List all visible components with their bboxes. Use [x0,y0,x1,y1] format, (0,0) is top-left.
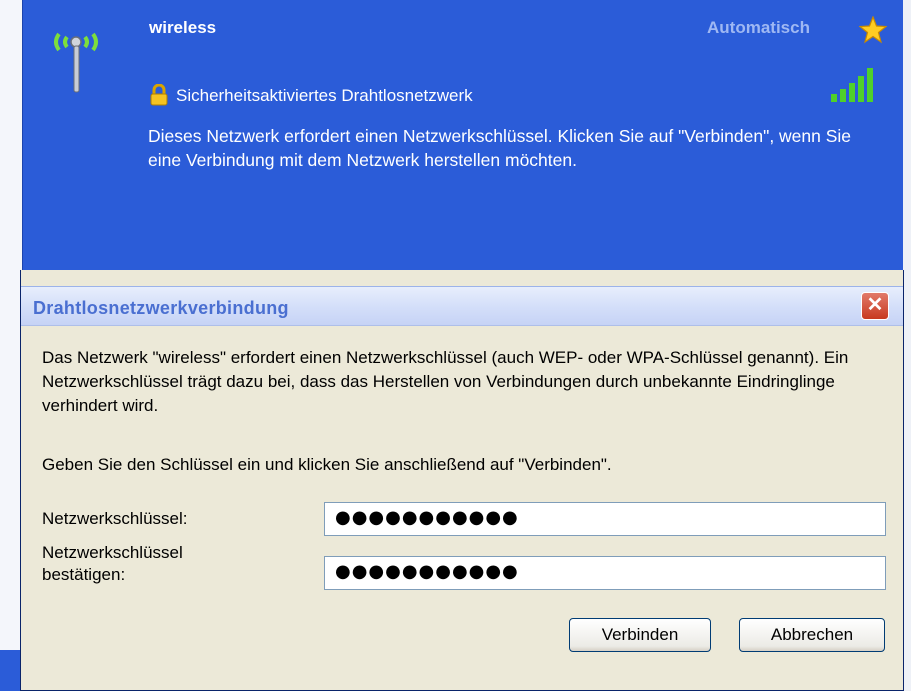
signal-strength-icon [831,68,873,102]
network-description: Dieses Netzwerk erfordert einen Netzwerk… [148,126,852,170]
dialog-title: Drahtlosnetzwerkverbindung [33,298,289,318]
dialog-explanation: Das Netzwerk "wireless" erfordert einen … [42,348,849,415]
star-icon [859,16,887,44]
network-key-input[interactable]: ●●●●●●●●●●● [324,502,886,536]
network-key-dialog: Drahtlosnetzwerkverbindung ✕ Das Netzwer… [20,270,904,691]
cancel-button[interactable]: Abbrechen [739,618,885,652]
connection-mode: Automatisch [707,18,810,37]
window-edge [903,0,911,691]
lock-icon [150,84,168,106]
confirm-key-input[interactable]: ●●●●●●●●●●● [324,556,886,590]
network-list-item[interactable]: wireless Automatisch Sicherheitsaktivier… [22,0,903,300]
panel-strip [0,650,20,691]
security-status: Sicherheitsaktiviertes Drahtlosnetzwerk [176,86,473,105]
wireless-antenna-icon [54,32,98,93]
confirm-key-label: Netzwerkschlüssel bestätigen: [42,543,183,584]
network-key-label: Netzwerkschlüssel: [42,509,188,528]
dialog-titlebar[interactable]: Drahtlosnetzwerkverbindung ✕ [21,286,903,326]
dialog-instruction: Geben Sie den Schlüssel ein und klicken … [42,455,612,474]
network-name: wireless [149,18,217,37]
dialog-top-border [21,270,903,286]
close-button[interactable]: ✕ [861,292,889,320]
connect-button[interactable]: Verbinden [569,618,711,652]
